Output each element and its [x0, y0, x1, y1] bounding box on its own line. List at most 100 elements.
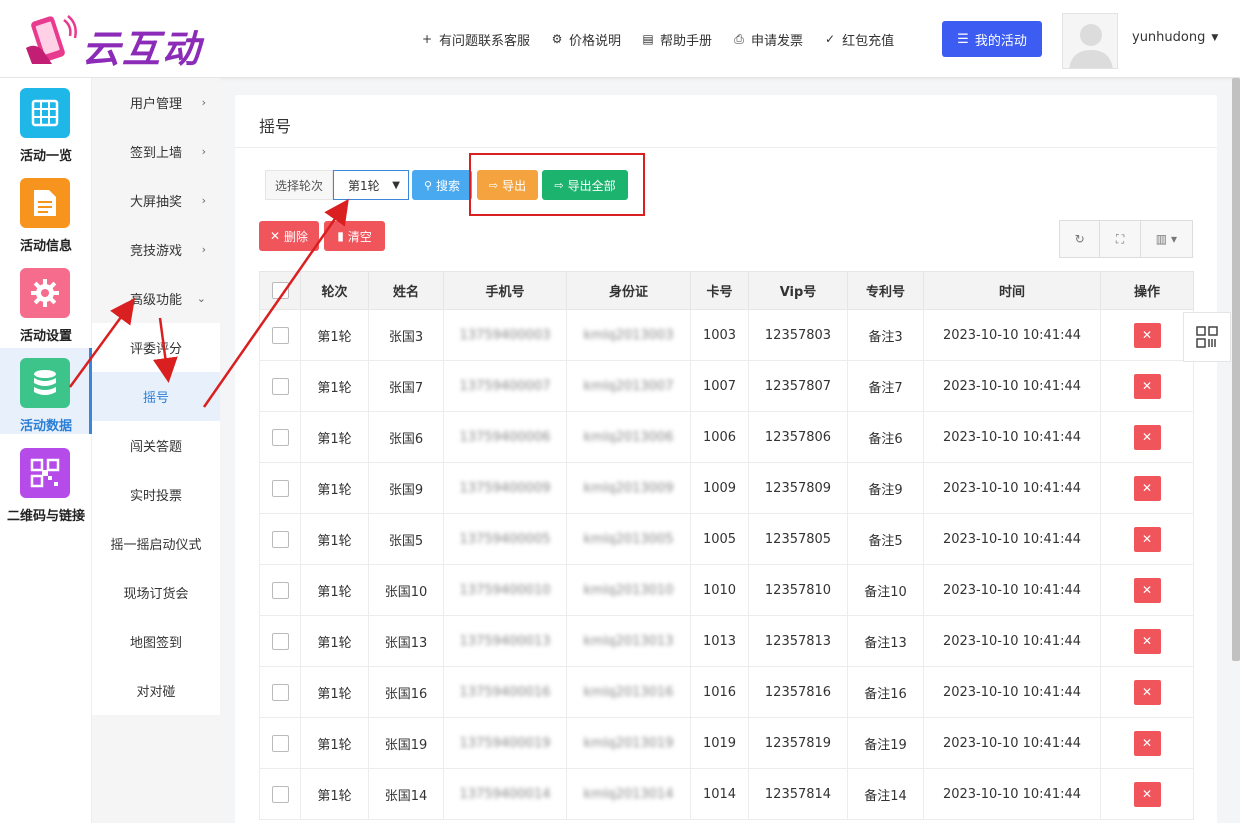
row-delete-button[interactable]: ✕ — [1133, 475, 1161, 501]
row-delete-button[interactable]: ✕ — [1133, 628, 1161, 654]
iconbar-tile — [20, 88, 70, 138]
header-link[interactable]: ⚙ 价格说明 — [550, 30, 621, 49]
cell-id: kmlq2013010 — [566, 564, 691, 616]
cell-time: 2023-10-10 10:41:44 — [923, 411, 1101, 463]
brand-logo[interactable]: 云互动 — [22, 12, 232, 71]
table-row[interactable]: 第1轮 张国14 13759400014 kmlq2013014 1014 1235781… — [259, 768, 1194, 820]
iconbar-item-overview[interactable]: 活动一览 — [0, 78, 92, 164]
cell-time: 2023-10-10 10:41:44 — [923, 768, 1101, 820]
row-delete-button[interactable]: ✕ — [1133, 577, 1161, 603]
row-delete-button[interactable]: ✕ — [1133, 730, 1161, 756]
cell-patent: 备注10 — [847, 564, 924, 616]
fullscreen-button[interactable]: ⛶ — [1100, 221, 1141, 257]
cell-time: 2023-10-10 10:41:44 — [923, 564, 1101, 616]
submenu-item-lottery[interactable]: 大屏抽奖 › — [92, 176, 220, 225]
select-all-checkbox[interactable] — [271, 282, 289, 299]
round-select-value: 第1轮 — [348, 178, 380, 193]
table-row[interactable]: 第1轮 张国10 13759400010 kmlq2013010 1010 1235781… — [259, 564, 1194, 616]
cell-patent: 备注3 — [847, 309, 924, 361]
select-cell — [259, 309, 301, 361]
submenu-item-shake-ceremony[interactable]: 摇一摇启动仪式 — [92, 519, 220, 568]
row-checkbox[interactable] — [271, 428, 289, 446]
cell-card: 1014 — [690, 768, 749, 820]
iconbar-item-data[interactable]: 活动数据 — [0, 348, 92, 434]
header-link[interactable]: ⎙ 申请发票 — [732, 30, 803, 49]
cell-phone: 13759400006 — [443, 411, 567, 463]
table-row[interactable]: 第1轮 张国6 13759400006 kmlq2013006 1006 12357806… — [259, 411, 1194, 463]
submenu-item-games[interactable]: 竞技游戏 › — [92, 225, 220, 274]
submenu-item-order-meeting[interactable]: 现场订货会 — [92, 568, 220, 617]
delete-button[interactable]: ✕ 删除 — [259, 221, 319, 251]
cell-vip: 12357813 — [748, 615, 848, 667]
row-checkbox[interactable] — [271, 785, 289, 803]
submenu-item-live-vote[interactable]: 实时投票 — [92, 470, 220, 519]
row-checkbox[interactable] — [271, 632, 289, 650]
cell-card: 1019 — [690, 717, 749, 769]
row-delete-button[interactable]: ✕ — [1133, 679, 1161, 705]
table-row[interactable]: 第1轮 张国13 13759400013 kmlq2013013 1013 1235781… — [259, 615, 1194, 667]
table-row[interactable]: 第1轮 张国19 13759400019 kmlq2013019 1019 1235781… — [259, 717, 1194, 769]
username-label: yunhudong — [1132, 30, 1206, 45]
caret-down-icon: ▼ — [1211, 32, 1219, 43]
column-header: 时间 — [923, 271, 1101, 310]
blurred-phone: 13759400019 — [459, 735, 551, 751]
row-delete-button[interactable]: ✕ — [1133, 781, 1161, 807]
row-checkbox[interactable] — [271, 377, 289, 395]
submenu-item-advanced[interactable]: 高级功能 ⌄ — [92, 274, 220, 323]
submenu-item-checkin-wall[interactable]: 签到上墙 › — [92, 127, 220, 176]
table-row[interactable]: 第1轮 张国5 13759400005 kmlq2013005 1005 12357805… — [259, 513, 1194, 565]
submenu-item-lucky-draw[interactable]: 摇号 — [92, 372, 220, 421]
page-scrollbar[interactable] — [1232, 78, 1240, 661]
column-header: 手机号 — [443, 271, 567, 310]
cell-card: 1016 — [690, 666, 749, 718]
cell-id: kmlq2013006 — [566, 411, 691, 463]
avatar[interactable] — [1062, 13, 1118, 69]
header-link[interactable]: + 有问题联系客服 — [420, 30, 530, 49]
submenu-item-map-checkin[interactable]: 地图签到 — [92, 617, 220, 666]
blurred-id: kmlq2013019 — [583, 735, 674, 751]
submenu-item-match[interactable]: 对对碰 — [92, 666, 220, 715]
row-checkbox[interactable] — [271, 683, 289, 701]
table-row[interactable]: 第1轮 张国7 13759400007 kmlq2013007 1007 12357807… — [259, 360, 1194, 412]
submenu-item-quiz[interactable]: 闯关答题 — [92, 421, 220, 470]
row-delete-button[interactable]: ✕ — [1133, 373, 1161, 399]
table-row[interactable]: 第1轮 张国3 13759400003 kmlq2013003 1003 12357803… — [259, 309, 1194, 361]
row-checkbox[interactable] — [271, 734, 289, 752]
table-row[interactable]: 第1轮 张国9 13759400009 kmlq2013009 1009 12357809… — [259, 462, 1194, 514]
row-delete-button[interactable]: ✕ — [1133, 424, 1161, 450]
table-row[interactable]: 第1轮 张国16 13759400016 kmlq2013016 1016 1235781… — [259, 666, 1194, 718]
row-checkbox[interactable] — [271, 479, 289, 497]
blurred-phone: 13759400007 — [459, 378, 551, 394]
my-activity-button[interactable]: ☰ 我的活动 — [942, 21, 1042, 57]
row-checkbox[interactable] — [271, 326, 289, 344]
iconbar-item-qrcode[interactable]: 二维码与链接 — [0, 438, 92, 524]
row-delete-button[interactable]: ✕ — [1133, 526, 1161, 552]
clear-button[interactable]: ▮ 清空 — [324, 221, 385, 251]
iconbar-item-settings[interactable]: 活动设置 — [0, 258, 92, 344]
search-button[interactable]: ⚲ 搜索 — [412, 170, 472, 200]
cell-vip: 12357803 — [748, 309, 848, 361]
header-link[interactable]: ▤ 帮助手册 — [641, 30, 712, 49]
header-link[interactable]: ✓ 红包充值 — [823, 30, 894, 49]
table-toolbar: ↻ ⛶ ▥ ▾ — [1059, 220, 1193, 258]
row-checkbox[interactable] — [271, 581, 289, 599]
row-delete-button[interactable]: ✕ — [1133, 322, 1161, 348]
cell-vip: 12357807 — [748, 360, 848, 412]
user-menu[interactable]: yunhudong ▼ — [1132, 30, 1218, 45]
grid-icon — [31, 99, 59, 127]
cell-card: 1007 — [690, 360, 749, 412]
floating-qr-button[interactable] — [1183, 312, 1231, 362]
round-select[interactable]: 第1轮 ▼ — [333, 170, 409, 200]
refresh-button[interactable]: ↻ — [1060, 221, 1101, 257]
columns-button[interactable]: ▥ ▾ — [1141, 221, 1192, 257]
printer-icon: ⎙ — [734, 31, 744, 46]
iconbar-label: 活动一览 — [19, 149, 72, 164]
submenu-item-user-management[interactable]: 用户管理 › — [92, 78, 220, 127]
iconbar-item-info[interactable]: 活动信息 — [0, 168, 92, 254]
row-checkbox[interactable] — [271, 530, 289, 548]
submenu-item-judge-score[interactable]: 评委评分 — [92, 323, 220, 372]
blurred-phone: 13759400006 — [459, 429, 551, 445]
cell-patent: 备注14 — [847, 768, 924, 820]
header-link-label: 价格说明 — [569, 33, 622, 49]
header-link-label: 红包充值 — [842, 33, 895, 49]
